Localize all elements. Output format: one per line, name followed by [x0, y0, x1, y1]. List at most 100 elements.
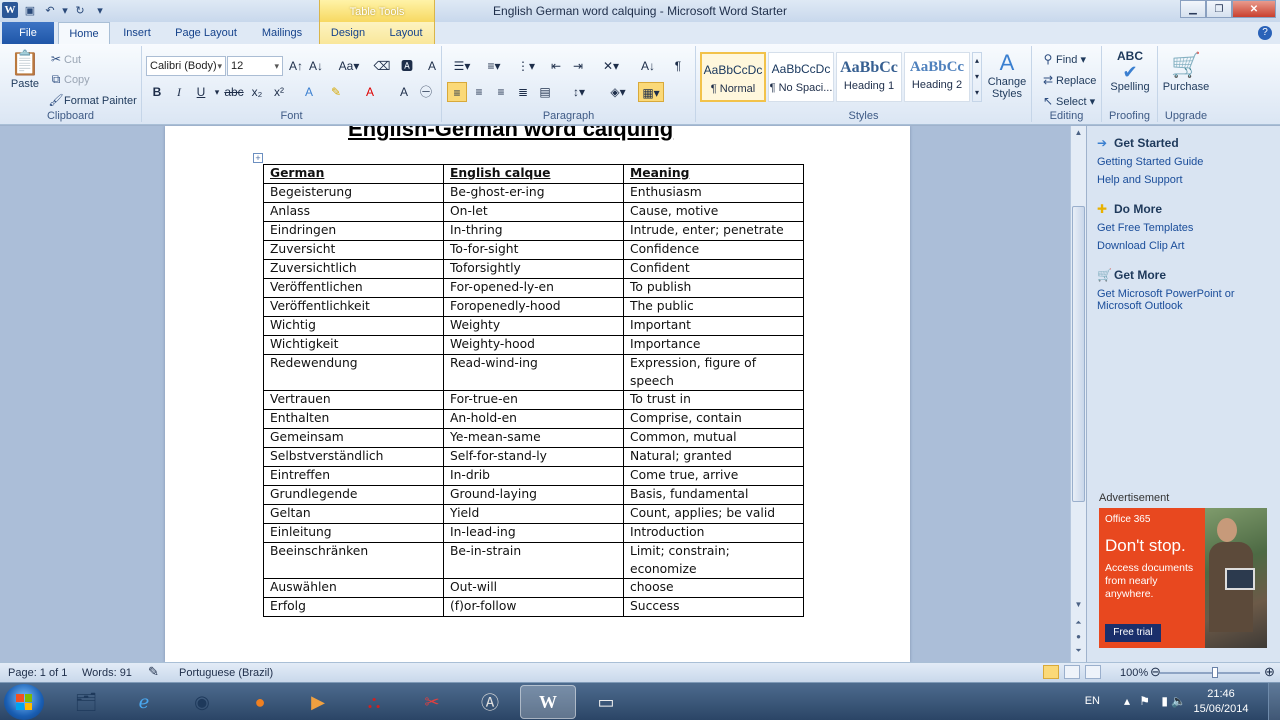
table-cell[interactable]: Enthusiasm [623, 183, 804, 203]
show-desktop-button[interactable] [1268, 683, 1280, 720]
table-cell[interactable]: Enthalten [263, 409, 444, 429]
increase-indent-icon[interactable]: ⇥ [568, 56, 588, 76]
tab-file[interactable]: File [2, 22, 54, 44]
text-box-icon[interactable]: A [422, 56, 442, 76]
full-screen-view-icon[interactable] [1064, 665, 1080, 679]
table-cell[interactable]: Selbstverständlich [263, 447, 444, 467]
table-cell[interactable]: To publish [623, 278, 804, 298]
style-no-spacing[interactable]: AaBbCcDc ¶ No Spaci... [768, 52, 834, 102]
get-powerpoint-outlook-link[interactable]: Get Microsoft PowerPoint or Microsoft Ou… [1097, 288, 1277, 312]
zoom-level[interactable]: 100% [1120, 667, 1148, 679]
table-cell[interactable]: Geltan [263, 504, 444, 524]
table-cell[interactable]: Grundlegende [263, 485, 444, 505]
previous-page-icon[interactable]: ⏶ [1071, 618, 1086, 628]
word-icon[interactable]: W [520, 685, 576, 719]
table-cell[interactable]: Come true, arrive [623, 466, 804, 486]
tab-design[interactable]: Design [323, 22, 373, 44]
align-right-icon[interactable]: ≡ [491, 82, 511, 102]
table-cell[interactable]: Beeinschränken [263, 542, 444, 579]
show-hide-icon[interactable]: ¶ [668, 56, 688, 76]
zoom-slider-thumb[interactable] [1212, 667, 1218, 678]
character-border-icon[interactable]: 🅰 [397, 56, 417, 76]
table-cell[interactable]: Gemeinsam [263, 428, 444, 448]
table-header-cell[interactable]: English calque [443, 164, 624, 184]
table-cell[interactable]: Yield [443, 504, 624, 524]
free-templates-link[interactable]: Get Free Templates [1097, 222, 1277, 234]
table-cell[interactable]: Veröffentlichkeit [263, 297, 444, 317]
table-cell[interactable]: Foropenedly-hood [443, 297, 624, 317]
table-cell[interactable]: Read-wind-ing [443, 354, 624, 391]
table-cell[interactable]: Intrude, enter; penetrate [623, 221, 804, 241]
save-icon[interactable]: ▣ [22, 2, 38, 18]
redo-icon[interactable]: ↻ [72, 2, 88, 18]
table-cell[interactable]: Auswählen [263, 578, 444, 598]
folder-icon[interactable]: ▭ [578, 685, 634, 719]
highlight-icon[interactable]: ✎ [326, 82, 346, 102]
table-cell[interactable]: Importance [623, 335, 804, 355]
table-cell[interactable]: (f)or-follow [443, 597, 624, 617]
word-count[interactable]: Words: 91 [82, 667, 132, 679]
firefox-icon[interactable]: ● [232, 685, 288, 719]
help-icon[interactable]: ? [1258, 26, 1272, 40]
table-cell[interactable]: Einleitung [263, 523, 444, 543]
table-cell[interactable]: Be-in-strain [443, 542, 624, 579]
table-cell[interactable]: Introduction [623, 523, 804, 543]
font-family-select[interactable]: Calibri (Body) [146, 56, 226, 76]
document-heading[interactable]: English-German word calquing [348, 126, 673, 142]
shading-icon[interactable]: ◈▾ [604, 82, 632, 102]
browse-object-icon[interactable]: ● [1071, 632, 1086, 641]
decrease-indent-icon[interactable]: ⇤ [546, 56, 566, 76]
tab-insert[interactable]: Insert [114, 22, 160, 44]
asian-layout-icon[interactable]: ✕▾ [598, 56, 624, 76]
minimize-button[interactable]: ▁ [1180, 0, 1206, 18]
justify-icon[interactable]: ≣ [513, 82, 533, 102]
table-cell[interactable]: Begeisterung [263, 183, 444, 203]
styles-scroll-icon[interactable]: ▴ ▾ ▾ [972, 52, 982, 102]
table-header-cell[interactable]: German [263, 164, 444, 184]
spelling-button[interactable]: ABC ✔ Spelling [1106, 50, 1154, 94]
zoom-slider[interactable] [1160, 672, 1260, 674]
table-cell[interactable]: Ground-laying [443, 485, 624, 505]
qat-dropdown-icon[interactable]: ▾ [62, 2, 68, 18]
clock[interactable]: 21:46 15/06/2014 [1186, 687, 1256, 717]
table-cell[interactable]: choose [623, 578, 804, 598]
free-trial-button[interactable]: Free trial [1105, 624, 1161, 642]
multilevel-list-icon[interactable]: ⋮▾ [512, 56, 540, 76]
table-cell[interactable]: Count, applies; be valid [623, 504, 804, 524]
download-clip-art-link[interactable]: Download Clip Art [1097, 240, 1277, 252]
table-cell[interactable]: Veröffentlichen [263, 278, 444, 298]
page-count[interactable]: Page: 1 of 1 [8, 667, 67, 679]
show-hidden-icons-icon[interactable]: ▴ [1124, 694, 1130, 708]
tab-mailings[interactable]: Mailings [252, 22, 312, 44]
next-page-icon[interactable]: ⏷ [1071, 646, 1086, 656]
undo-icon[interactable]: ↶ [42, 2, 58, 18]
table-cell[interactable]: Zuversichtlich [263, 259, 444, 279]
table-cell[interactable]: Wichtigkeit [263, 335, 444, 355]
style-heading-1[interactable]: AaBbCc Heading 1 [836, 52, 902, 102]
table-cell[interactable]: Confidence [623, 240, 804, 260]
table-cell[interactable]: To trust in [623, 390, 804, 410]
table-cell[interactable]: Confident [623, 259, 804, 279]
align-left-icon[interactable]: ≡ [447, 82, 467, 102]
acrobat-icon[interactable]: ⛬ [346, 685, 402, 719]
word-logo-icon[interactable]: W [2, 2, 18, 18]
table-header-cell[interactable]: Meaning [623, 164, 804, 184]
format-painter-button[interactable]: 🖌Format Painter [48, 93, 136, 107]
table-cell[interactable]: Weighty-hood [443, 335, 624, 355]
table-cell[interactable]: Eindringen [263, 221, 444, 241]
table-cell[interactable]: For-opened-ly-en [443, 278, 624, 298]
dictionary-icon[interactable]: Ⓐ [462, 685, 518, 719]
change-styles-button[interactable]: A Change Styles [986, 50, 1028, 100]
explorer-icon[interactable]: 🗂 [58, 685, 114, 719]
table-cell[interactable]: Out-will [443, 578, 624, 598]
numbering-icon[interactable]: ≡▾ [480, 56, 508, 76]
table-cell[interactable]: Important [623, 316, 804, 336]
character-shading-icon[interactable]: A [394, 82, 414, 102]
style-heading-2[interactable]: AaBbCc Heading 2 [904, 52, 970, 102]
document-page[interactable]: English-German word calquing + German En… [165, 126, 910, 662]
table-cell[interactable]: Erfolg [263, 597, 444, 617]
copy-button[interactable]: ⧉ Copy [48, 72, 90, 87]
subscript-icon[interactable]: x₂ [247, 82, 267, 102]
table-cell[interactable]: On-let [443, 202, 624, 222]
vertical-scrollbar[interactable]: ▲ ▼ ⏶ ● ⏷ [1070, 126, 1086, 662]
